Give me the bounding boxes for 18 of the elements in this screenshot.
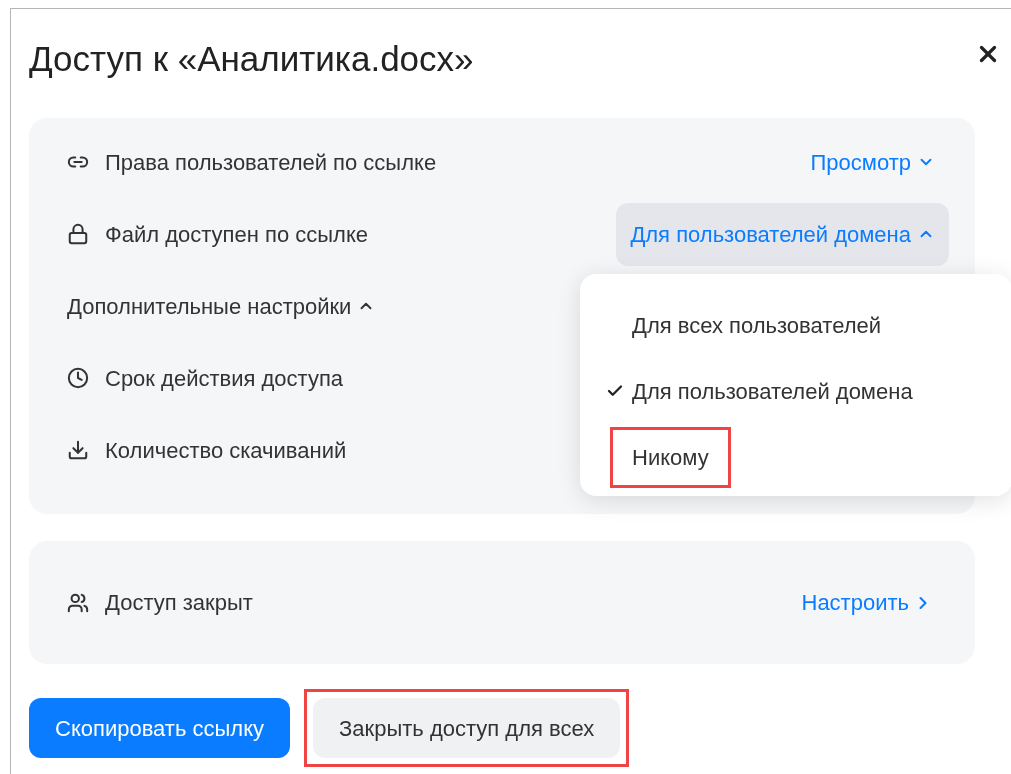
select-dropdown[interactable]: Просмотр [796,130,949,194]
menu-option[interactable]: Для пользователей домена [632,374,913,408]
clock-icon [67,367,89,389]
download-icon [67,439,89,461]
setting-label: Количество скачиваний [105,436,347,465]
users-icon [67,591,89,614]
copy-link-button[interactable]: Скопировать ссылку [29,698,291,758]
setting-label: Права пользователей по ссылке [105,148,437,177]
menu-option[interactable]: Никому [632,440,709,474]
access-status: Доступ закрыт [105,589,253,617]
lock-icon [67,223,89,245]
setting-label: Срок действия доступа [105,364,344,393]
close-access-button[interactable]: Закрыть доступ для всех [313,698,621,758]
configure-link[interactable]: Настроить [801,586,933,619]
setting-label: Файл доступен по ссылке [105,220,369,249]
dialog-title: Доступ к «Аналитика.docx» [29,38,474,80]
menu-option[interactable]: Для всех пользователей [632,308,881,342]
advanced-settings-toggle[interactable]: Дополнительные настройки [67,289,376,323]
